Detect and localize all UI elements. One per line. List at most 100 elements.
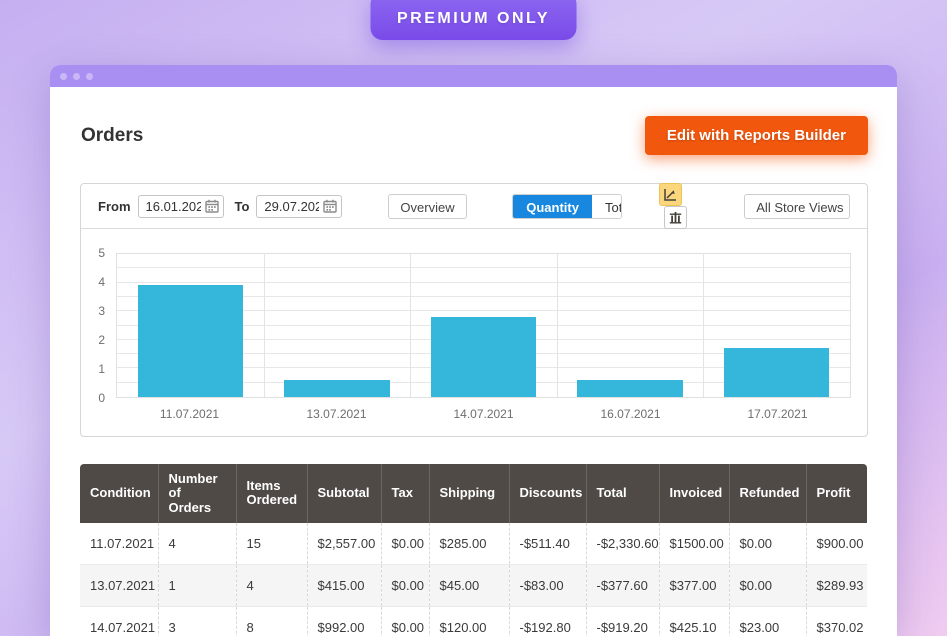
metric-toggle: Quantity Total: [512, 194, 622, 219]
column-header: Subtotal: [307, 464, 381, 523]
table-cell: $0.00: [381, 523, 429, 565]
column-header: Invoiced: [659, 464, 729, 523]
total-toggle-button[interactable]: Total: [592, 195, 622, 218]
table-cell: $377.00: [659, 565, 729, 607]
table-header-row: ConditionNumber of OrdersItems OrderedSu…: [80, 464, 867, 523]
column-header: Items Ordered: [236, 464, 307, 523]
period-select[interactable]: Overview: [388, 194, 467, 219]
column-header: Discounts: [509, 464, 586, 523]
table-row: 11.07.2021415$2,557.00$0.00$285.00-$511.…: [80, 523, 867, 565]
to-label: To: [235, 199, 250, 214]
window-content: Orders Edit with Reports Builder From To…: [50, 87, 897, 636]
chart-bar[interactable]: [724, 348, 830, 397]
table-cell: 4: [236, 565, 307, 607]
x-tick-label: 17.07.2021: [704, 407, 851, 421]
column-header: Tax: [381, 464, 429, 523]
table-cell: -$2,330.60: [586, 523, 659, 565]
table-cell: $23.00: [729, 607, 806, 636]
window-titlebar: [50, 65, 897, 87]
table-cell: -$83.00: [509, 565, 586, 607]
column-header: Condition: [80, 464, 158, 523]
line-chart-icon: [664, 188, 677, 201]
table-cell: 11.07.2021: [80, 523, 158, 565]
table-cell: $0.00: [729, 565, 806, 607]
table-cell: 15: [236, 523, 307, 565]
table-row: 13.07.202114$415.00$0.00$45.00-$83.00-$3…: [80, 565, 867, 607]
x-tick-label: 13.07.2021: [263, 407, 410, 421]
column-header: Number of Orders: [158, 464, 236, 523]
table-cell: $900.00: [806, 523, 867, 565]
column-header: Total: [586, 464, 659, 523]
chevron-down-icon: [466, 195, 468, 218]
column-header: Shipping: [429, 464, 509, 523]
y-tick-label: 5: [98, 246, 105, 260]
column-header: Refunded: [729, 464, 806, 523]
period-select-value: Overview: [389, 195, 465, 218]
table-cell: $2,557.00: [307, 523, 381, 565]
table-cell: $415.00: [307, 565, 381, 607]
y-tick-label: 3: [98, 304, 105, 318]
quantity-toggle-button[interactable]: Quantity: [513, 195, 592, 218]
table-row: 14.07.202138$992.00$0.00$120.00-$192.80-…: [80, 607, 867, 636]
chart-bar[interactable]: [431, 317, 537, 397]
bar-chart-icon: [669, 211, 682, 224]
calendar-icon[interactable]: [205, 199, 219, 213]
x-tick-label: 11.07.2021: [116, 407, 263, 421]
store-views-select-value: All Store Views: [745, 195, 850, 218]
table-cell: 4: [158, 523, 236, 565]
report-panel: From To Overview Quantity Total: [80, 183, 868, 437]
window-dot-icon: [73, 73, 80, 80]
line-chart-button[interactable]: [659, 183, 682, 206]
chart-y-axis: 012345: [81, 253, 116, 398]
premium-only-badge: PREMIUM ONLY: [370, 0, 577, 40]
table-cell: -$919.20: [586, 607, 659, 636]
table-cell: $0.00: [729, 523, 806, 565]
table-cell: $45.00: [429, 565, 509, 607]
x-tick-label: 14.07.2021: [410, 407, 557, 421]
table-cell: 1: [158, 565, 236, 607]
bar-column: [557, 254, 704, 397]
table-cell: 3: [158, 607, 236, 636]
window-dot-icon: [86, 73, 93, 80]
y-tick-label: 2: [98, 333, 105, 347]
table-cell: -$192.80: [509, 607, 586, 636]
y-tick-label: 0: [98, 391, 105, 405]
chart-bar[interactable]: [577, 380, 683, 397]
table-cell: $370.02: [806, 607, 867, 636]
x-tick-label: 16.07.2021: [557, 407, 704, 421]
chart-bar[interactable]: [138, 285, 244, 397]
bar-chart-button[interactable]: [664, 206, 687, 229]
column-header: Profit: [806, 464, 867, 523]
table-cell: $1500.00: [659, 523, 729, 565]
table-cell: $0.00: [381, 565, 429, 607]
orders-report-table: ConditionNumber of OrdersItems OrderedSu…: [80, 464, 867, 636]
table-cell: $285.00: [429, 523, 509, 565]
table-cell: -$511.40: [509, 523, 586, 565]
table-cell: $425.10: [659, 607, 729, 636]
bar-column: [117, 254, 264, 397]
y-tick-label: 4: [98, 275, 105, 289]
filter-bar: From To Overview Quantity Total: [81, 184, 867, 229]
table-cell: $0.00: [381, 607, 429, 636]
table-cell: 14.07.2021: [80, 607, 158, 636]
table-cell: $120.00: [429, 607, 509, 636]
bar-column: [703, 254, 850, 397]
store-views-select[interactable]: All Store Views: [744, 194, 850, 219]
table-cell: $289.93: [806, 565, 867, 607]
y-tick-label: 1: [98, 362, 105, 376]
table-cell: 8: [236, 607, 307, 636]
chart-bar[interactable]: [284, 380, 390, 397]
orders-bar-chart: 0 1 2 3 4 5 11.07.202113.07.202114.07.202116.…: [81, 229, 867, 436]
table-cell: -$377.60: [586, 565, 659, 607]
chart-x-axis: 11.07.202113.07.202114.07.202116.07.2021…: [116, 407, 851, 421]
bar-column: [264, 254, 411, 397]
window-dot-icon: [60, 73, 67, 80]
edit-with-reports-builder-button[interactable]: Edit with Reports Builder: [645, 116, 868, 155]
app-window: Orders Edit with Reports Builder From To…: [50, 65, 897, 636]
table-cell: 13.07.2021: [80, 565, 158, 607]
from-label: From: [98, 199, 131, 214]
chart-plot-area: [116, 253, 851, 398]
table-cell: $992.00: [307, 607, 381, 636]
page-title: Orders: [81, 125, 143, 147]
calendar-icon[interactable]: [323, 199, 337, 213]
